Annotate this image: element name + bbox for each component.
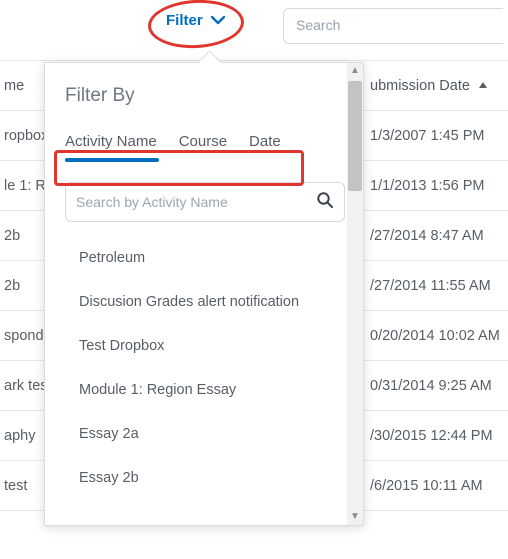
name-header-label: me — [4, 78, 24, 94]
popover-scrollbar[interactable]: ▲ ▼ — [347, 63, 363, 525]
row-date: 0/20/2014 10:02 AM — [370, 328, 508, 344]
filter-tabs: Activity Name Course Date — [65, 133, 345, 164]
global-search-input[interactable]: Search — [283, 8, 503, 44]
filter-button[interactable]: Filter — [166, 12, 225, 29]
search-icon[interactable] — [316, 191, 334, 214]
tab-date[interactable]: Date — [249, 133, 281, 150]
list-item[interactable]: Module 1: Region Essay — [65, 368, 345, 412]
search-placeholder: Search — [296, 17, 340, 33]
row-date: /27/2014 8:47 AM — [370, 228, 508, 244]
date-header-label: ubmission Date — [370, 78, 470, 94]
tab-course[interactable]: Course — [179, 133, 227, 150]
row-date: /30/2015 12:44 PM — [370, 428, 508, 444]
list-item[interactable]: Discusion Grades alert notification — [65, 280, 345, 324]
chevron-down-icon — [211, 12, 225, 29]
sort-asc-icon — [478, 78, 488, 94]
activity-list: Petroleum Discusion Grades alert notific… — [65, 236, 345, 500]
activity-search-field[interactable] — [65, 182, 345, 222]
scroll-up-icon[interactable]: ▲ — [347, 63, 363, 79]
activity-search-input[interactable] — [76, 194, 316, 210]
row-date: /6/2015 10:11 AM — [370, 478, 508, 494]
date-column-header[interactable]: ubmission Date — [370, 78, 508, 94]
list-item[interactable]: Petroleum — [65, 236, 345, 280]
active-tab-indicator — [65, 158, 159, 162]
filter-popover: Filter By Activity Name Course Date Petr… — [44, 62, 364, 526]
filter-title: Filter By — [65, 85, 345, 107]
toolbar: Filter Search — [0, 6, 508, 46]
list-item[interactable]: Test Dropbox — [65, 324, 345, 368]
row-date: 0/31/2014 9:25 AM — [370, 378, 508, 394]
list-item[interactable]: Essay 2a — [65, 412, 345, 456]
row-date: 1/3/2007 1:45 PM — [370, 128, 508, 144]
list-item[interactable]: Essay 2b — [65, 456, 345, 500]
scroll-down-icon[interactable]: ▼ — [347, 509, 363, 525]
tab-activity-name[interactable]: Activity Name — [65, 133, 157, 150]
row-date: 1/1/2013 1:56 PM — [370, 178, 508, 194]
filter-label: Filter — [166, 12, 203, 29]
scroll-thumb[interactable] — [348, 81, 362, 191]
row-date: /27/2014 11:55 AM — [370, 278, 508, 294]
